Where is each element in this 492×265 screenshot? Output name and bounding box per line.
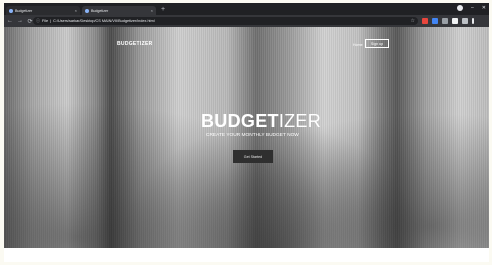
forward-button[interactable]: → (17, 18, 23, 24)
close-tab-icon[interactable]: × (151, 8, 153, 13)
hero-subtitle: CREATE YOUR MONTHLY BUDGET NOW (206, 133, 299, 138)
url-separator: | (50, 19, 52, 23)
site-logo[interactable]: BUDGETIZER (117, 41, 153, 47)
globe-icon (85, 8, 89, 13)
page-viewport: BUDGETIZER Home Sign up BUDGETIZER CREAT… (4, 27, 489, 248)
extension-icon[interactable] (462, 18, 468, 24)
site-info-icon[interactable]: ⓘ (36, 18, 40, 24)
back-button[interactable]: ← (7, 18, 13, 24)
tab-bar: Budgetizer × Budgetizer × + – ✕ (4, 3, 489, 15)
nav-home-link[interactable]: Home (353, 43, 363, 47)
tab-budgetizer-2[interactable]: Budgetizer × (82, 6, 156, 15)
url-prefix: File (42, 19, 49, 23)
window-controls: – ✕ (457, 5, 486, 11)
close-window-button[interactable]: ✕ (482, 5, 486, 11)
extension-icon[interactable] (442, 18, 448, 24)
menu-icon[interactable] (472, 18, 474, 24)
extensions-area (422, 18, 474, 24)
profile-avatar[interactable] (457, 5, 464, 11)
minimize-button[interactable]: – (471, 5, 474, 11)
extension-icon[interactable] (452, 18, 458, 24)
hero-title: BUDGETIZER (201, 111, 321, 131)
address-bar[interactable]: ⓘ File | C:/Users/sarkar/Desktop/CS MAIN… (33, 17, 418, 25)
bookmark-star-icon[interactable]: ☆ (411, 18, 415, 24)
nav-signup-button[interactable]: Sign up (365, 39, 389, 48)
globe-icon (9, 8, 13, 13)
url-text: C:/Users/sarkar/Desktop/CS MAIN/VII/Budg… (53, 19, 155, 23)
extension-icon[interactable] (422, 18, 428, 24)
browser-window: Budgetizer × Budgetizer × + – ✕ ← → ⟳ ⓘ … (4, 3, 489, 248)
close-tab-icon[interactable]: × (75, 8, 77, 13)
new-tab-button[interactable]: + (161, 5, 165, 14)
get-started-button[interactable]: Get Started (233, 150, 273, 163)
extension-icon[interactable] (432, 18, 438, 24)
tab-title: Budgetizer (91, 8, 109, 13)
page-bottom-section (4, 248, 489, 262)
hero-title-bold: BUDGET (201, 111, 279, 131)
browser-toolbar: ← → ⟳ ⓘ File | C:/Users/sarkar/Desktop/C… (4, 15, 489, 27)
tab-budgetizer-1[interactable]: Budgetizer × (6, 6, 80, 15)
hero-title-light: IZER (278, 111, 322, 131)
tab-title: Budgetizer (15, 8, 33, 13)
